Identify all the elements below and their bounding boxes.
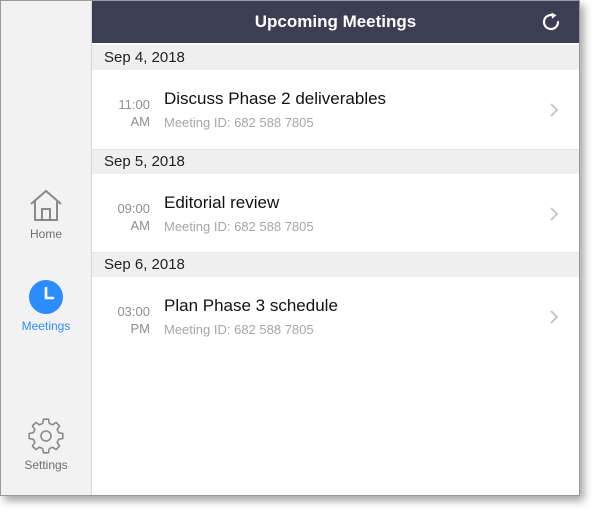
refresh-icon[interactable] [539,10,563,34]
sidebar-item-label: Settings [24,458,68,472]
meeting-time: 03:00 PM [92,303,150,337]
meeting-topic: Plan Phase 3 schedule [164,296,338,315]
home-icon [30,189,62,221]
meeting-time-hour: 09:00 [117,201,150,216]
meeting-id: Meeting ID: 682 588 7805 [164,115,314,130]
meeting-id: Meeting ID: 682 588 7805 [164,322,314,337]
chevron-right-icon [550,310,559,324]
meeting-time-ampm: PM [130,321,151,336]
sidebar-item-home[interactable]: Home [1,187,91,241]
sidebar-item-label: Meetings [21,319,71,333]
chevron-right-icon [550,103,559,117]
section-date: Sep 4, 2018 [104,49,185,66]
main-panel: Upcoming Meetings Sep 4, 2018 11:00 AM D… [92,1,579,495]
meeting-time: 09:00 AM [92,200,150,234]
header-bar: Upcoming Meetings [92,1,579,43]
meeting-time-hour: 03:00 [117,304,150,319]
clock-icon [29,280,63,314]
gear-icon [28,418,64,454]
sidebar: Home Meetings Settings [1,1,92,495]
meeting-row[interactable]: 11:00 AM Discuss Phase 2 deliverables Me… [92,70,579,150]
section-header: Sep 5, 2018 [92,149,579,174]
meeting-time-ampm: AM [130,218,151,233]
sidebar-item-label: Home [29,227,62,241]
section-header: Sep 6, 2018 [92,252,579,277]
chevron-right-icon [550,207,559,221]
section-date: Sep 5, 2018 [104,153,185,170]
sidebar-item-settings[interactable]: Settings [1,418,91,472]
meeting-row[interactable]: 03:00 PM Plan Phase 3 schedule Meeting I… [92,277,579,357]
meeting-time-ampm: AM [130,114,151,129]
app-window: Home Meetings Settings Upcoming Meetings [0,0,580,496]
meeting-topic: Discuss Phase 2 deliverables [164,89,387,108]
section-header: Sep 4, 2018 [92,45,579,70]
page-title: Upcoming Meetings [254,12,417,31]
meeting-time-hour: 11:00 [118,97,150,112]
meeting-id: Meeting ID: 682 588 7805 [164,219,314,234]
meeting-topic: Editorial review [164,193,280,212]
section-date: Sep 6, 2018 [104,256,185,273]
meeting-time: 11:00 AM [92,96,150,130]
meeting-row[interactable]: 09:00 AM Editorial review Meeting ID: 68… [92,174,579,254]
sidebar-item-meetings[interactable]: Meetings [1,279,91,333]
